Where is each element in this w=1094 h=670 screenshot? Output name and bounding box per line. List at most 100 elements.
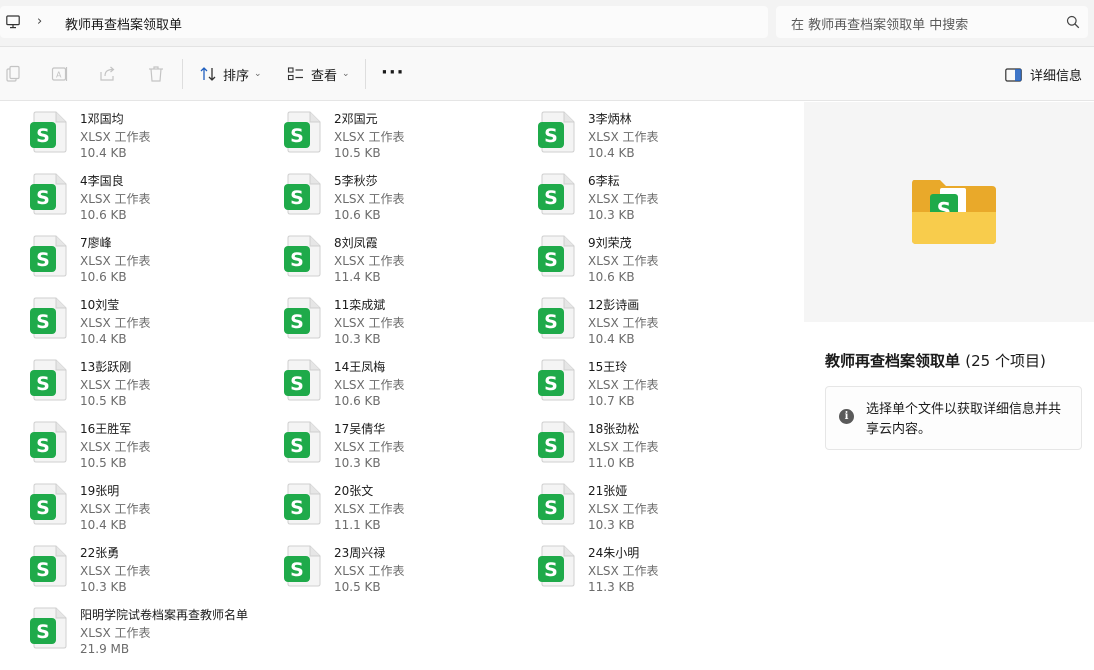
chevron-right-icon[interactable]: › [37,14,42,29]
svg-text:S: S [36,621,50,643]
file-type: XLSX 工作表 [588,440,659,454]
file-type: XLSX 工作表 [334,564,405,578]
file-item[interactable]: S 13彭跃刚 XLSX 工作表 10.5 KB [30,350,270,408]
more-options-button[interactable]: ··· [381,62,405,83]
file-type: XLSX 工作表 [80,564,151,578]
file-name: 22张勇 [80,546,120,560]
spreadsheet-icon: S [30,483,67,525]
search-icon[interactable] [1066,15,1080,29]
spreadsheet-icon: S [538,297,575,339]
view-icon [287,67,303,81]
file-item[interactable]: S 阳明学院试卷档案再查教师名单 XLSX 工作表 21.9 MB [30,598,270,656]
file-size: 10.4 KB [80,146,127,160]
file-item[interactable]: S 19张明 XLSX 工作表 10.4 KB [30,474,270,532]
spreadsheet-icon: S [538,545,575,587]
file-type: XLSX 工作表 [334,192,405,206]
rename-icon[interactable]: A [51,65,69,83]
file-item[interactable]: S 22张勇 XLSX 工作表 10.3 KB [30,536,270,594]
copy-icon[interactable] [4,65,22,83]
search-box[interactable]: 在 教师再查档案领取单 中搜索 [776,6,1088,38]
toolbar-divider [365,59,366,89]
file-size: 10.5 KB [334,580,381,594]
file-item[interactable]: S 6李耘 XLSX 工作表 10.3 KB [538,164,778,222]
file-size: 10.3 KB [588,208,635,222]
command-bar: A 排序 ⌄ 查看 ⌄ ··· 详细信息 [0,47,1094,101]
file-type: XLSX 工作表 [80,130,151,144]
file-item[interactable]: S 11栾成斌 XLSX 工作表 10.3 KB [284,288,524,346]
file-type: XLSX 工作表 [80,502,151,516]
details-pane-icon [1005,67,1022,82]
address-bar[interactable]: › 教师再查档案领取单 [0,6,768,38]
item-count: (25 个项目) [965,352,1046,370]
computer-icon[interactable] [6,15,20,29]
file-type: XLSX 工作表 [334,316,405,330]
file-size: 10.4 KB [588,146,635,160]
svg-text:S: S [36,497,50,519]
file-type: XLSX 工作表 [334,130,405,144]
spreadsheet-icon: S [284,235,321,277]
file-item[interactable]: S 2邓国元 XLSX 工作表 10.5 KB [284,102,524,160]
file-item[interactable]: S 15王玲 XLSX 工作表 10.7 KB [538,350,778,408]
file-item[interactable]: S 18张劲松 XLSX 工作表 11.0 KB [538,412,778,470]
svg-text:S: S [36,559,50,581]
file-item[interactable]: S 5李秋莎 XLSX 工作表 10.6 KB [284,164,524,222]
file-size: 10.6 KB [80,208,127,222]
file-size: 10.6 KB [588,270,635,284]
file-item[interactable]: S 23周兴禄 XLSX 工作表 10.5 KB [284,536,524,594]
file-size: 11.1 KB [334,518,381,532]
spreadsheet-icon: S [30,235,67,277]
file-type: XLSX 工作表 [588,192,659,206]
file-size: 11.0 KB [588,456,635,470]
file-item[interactable]: S 17吴倩华 XLSX 工作表 10.3 KB [284,412,524,470]
file-item[interactable]: S 1邓国均 XLSX 工作表 10.4 KB [30,102,270,160]
share-icon[interactable] [99,65,117,83]
info-icon: i [839,409,854,424]
file-item[interactable]: S 16王胜军 XLSX 工作表 10.5 KB [30,412,270,470]
file-name: 7廖峰 [80,236,112,250]
file-name: 9刘荣茂 [588,236,632,250]
file-name: 21张娅 [588,484,628,498]
breadcrumb-folder[interactable]: 教师再查档案领取单 [65,14,182,33]
svg-text:S: S [290,249,304,271]
file-type: XLSX 工作表 [334,254,405,268]
file-type: XLSX 工作表 [588,254,659,268]
file-item[interactable]: S 20张文 XLSX 工作表 11.1 KB [284,474,524,532]
spreadsheet-icon: S [284,297,321,339]
file-item[interactable]: S 3李炳林 XLSX 工作表 10.4 KB [538,102,778,160]
file-item[interactable]: S 14王凤梅 XLSX 工作表 10.6 KB [284,350,524,408]
search-input[interactable]: 在 教师再查档案领取单 中搜索 [791,14,968,33]
file-type: XLSX 工作表 [588,378,659,392]
svg-text:S: S [544,249,558,271]
details-pane-button[interactable]: 详细信息 [1005,65,1082,84]
file-name: 23周兴禄 [334,546,386,560]
spreadsheet-icon: S [284,359,321,401]
file-size: 10.3 KB [334,332,381,346]
file-size: 10.4 KB [80,332,127,346]
file-type: XLSX 工作表 [334,378,405,392]
delete-icon[interactable] [147,65,165,83]
file-item[interactable]: S 10刘莹 XLSX 工作表 10.4 KB [30,288,270,346]
file-type: XLSX 工作表 [80,378,151,392]
sort-button[interactable]: 排序 ⌄ [199,63,262,85]
file-size: 10.4 KB [588,332,635,346]
file-name: 14王凤梅 [334,360,386,374]
spreadsheet-icon: S [30,297,67,339]
svg-text:S: S [290,497,304,519]
spreadsheet-icon: S [538,173,575,215]
svg-text:S: S [36,249,50,271]
file-name: 17吴倩华 [334,422,386,436]
file-item[interactable]: S 12彭诗画 XLSX 工作表 10.4 KB [538,288,778,346]
spreadsheet-icon: S [538,483,575,525]
file-size: 10.6 KB [334,394,381,408]
file-item[interactable]: S 21张娅 XLSX 工作表 10.3 KB [538,474,778,532]
view-button[interactable]: 查看 ⌄ [287,63,350,85]
file-item[interactable]: S 7廖峰 XLSX 工作表 10.6 KB [30,226,270,284]
file-item[interactable]: S 4李国良 XLSX 工作表 10.6 KB [30,164,270,222]
file-item[interactable]: S 24朱小明 XLSX 工作表 11.3 KB [538,536,778,594]
file-size: 21.9 MB [80,642,130,656]
spreadsheet-icon: S [538,111,575,153]
spreadsheet-icon: S [538,235,575,277]
file-item[interactable]: S 8刘凤霞 XLSX 工作表 11.4 KB [284,226,524,284]
file-item[interactable]: S 9刘荣茂 XLSX 工作表 10.6 KB [538,226,778,284]
svg-text:S: S [36,125,50,147]
